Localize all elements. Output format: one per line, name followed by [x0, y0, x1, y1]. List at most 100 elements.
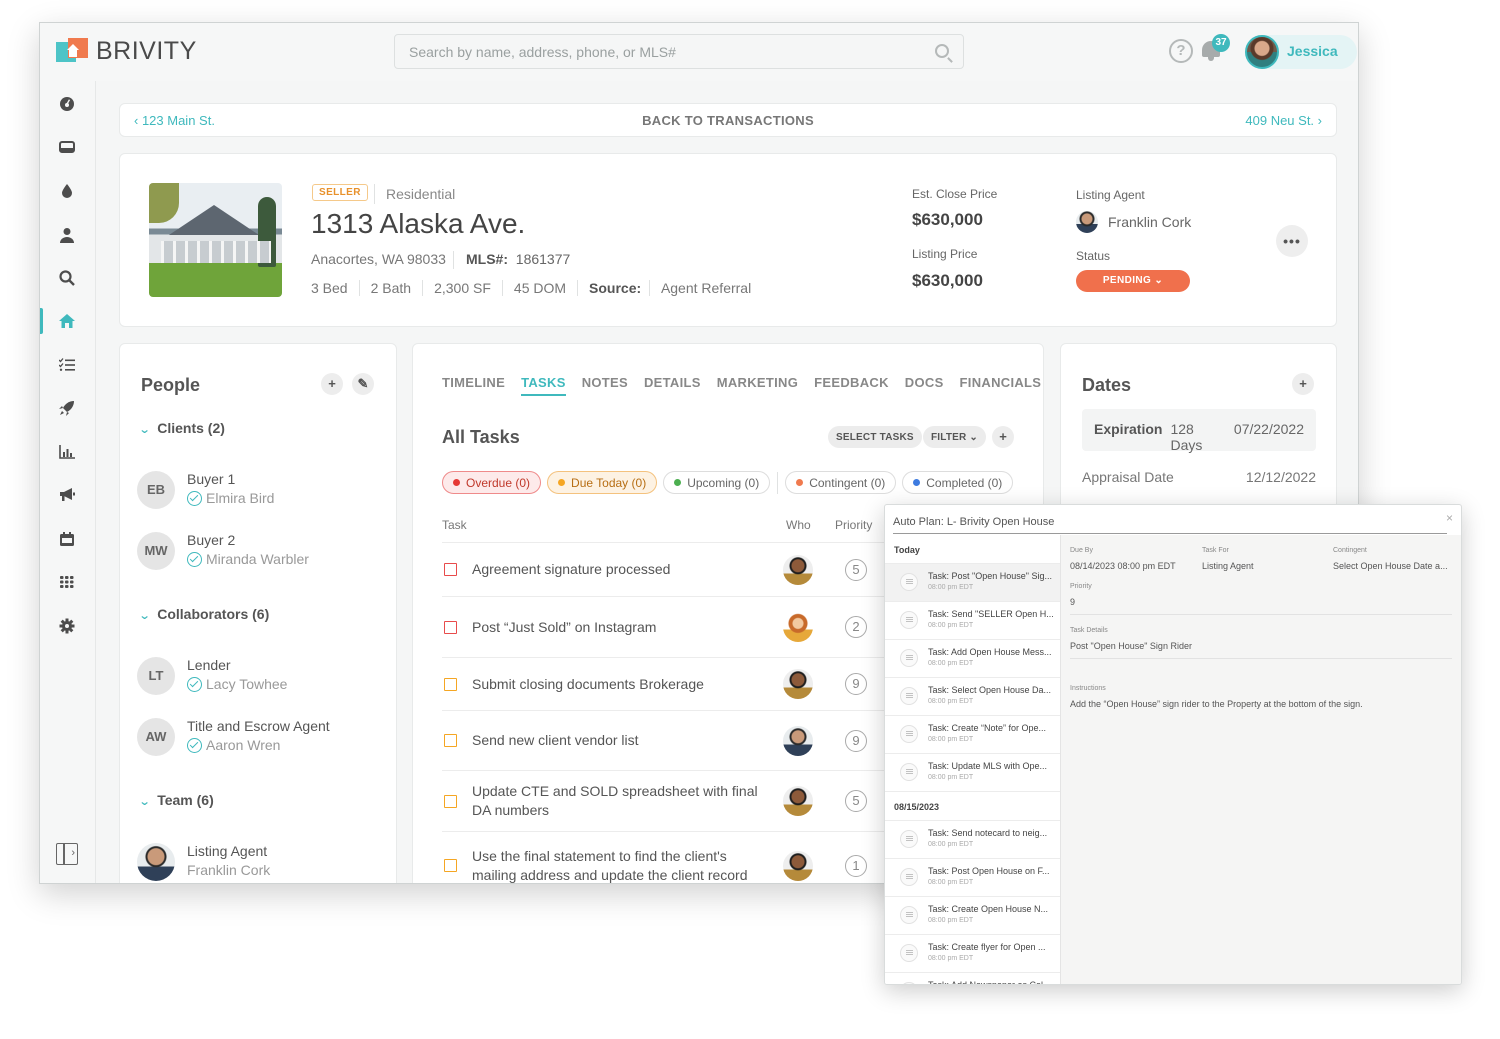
- sidebar-item-dashboard[interactable]: [56, 93, 78, 115]
- person-lender[interactable]: LT Lender Lacy Towhee: [137, 657, 387, 699]
- task-checkbox[interactable]: [444, 563, 457, 576]
- appraisal-date: 12/12/2022: [1245, 469, 1316, 485]
- person-listing-agent[interactable]: Listing Agent Franklin Cork: [137, 843, 387, 883]
- listing-price: $630,000: [912, 271, 983, 290]
- brivity-logo[interactable]: BRIVITY: [56, 37, 197, 66]
- task-list-icon: [900, 611, 918, 629]
- add-date-button[interactable]: +: [1292, 373, 1314, 395]
- due-by-label: Due By: [1070, 547, 1093, 554]
- select-tasks-button[interactable]: SELECT TASKS: [828, 426, 922, 448]
- person-role: Buyer 1: [187, 471, 236, 487]
- task-list-icon: [900, 982, 918, 984]
- tab-financials[interactable]: FINANCIALS: [960, 375, 1042, 396]
- sidebar-item-transactions[interactable]: [56, 310, 78, 332]
- sidebar-item-reports[interactable]: [56, 441, 78, 463]
- plan-task-item[interactable]: Task: Post Open House on F... 08:00 pm ED…: [885, 858, 1060, 896]
- spec-baths: 2 Bath: [358, 280, 422, 296]
- sidebar-item-settings[interactable]: [56, 615, 78, 637]
- sidebar-item-search[interactable]: [56, 267, 78, 289]
- task-list-icon: [900, 573, 918, 591]
- plan-task-item[interactable]: Task: Add Newspaper as Col...08:00 pm ED…: [885, 972, 1060, 984]
- filter-chip-overdue[interactable]: Overdue (0): [442, 471, 542, 494]
- appraisal-date-row[interactable]: Appraisal Date 12/12/2022: [1082, 469, 1316, 485]
- plan-task-item[interactable]: Task: Send notecard to neig... 08:00 pm E…: [885, 820, 1060, 858]
- column-header-who[interactable]: Who: [786, 518, 811, 532]
- sidebar-item-tasks[interactable]: [56, 354, 78, 376]
- user-menu[interactable]: Jessica: [1245, 35, 1357, 69]
- chevron-down-icon: ⌄: [138, 610, 151, 622]
- filter-chip-completed[interactable]: Completed (0): [902, 471, 1014, 494]
- search-input[interactable]: [395, 35, 963, 68]
- sidebar-item-inbox[interactable]: [56, 136, 78, 158]
- group-clients[interactable]: ⌄ Clients (2): [139, 420, 225, 436]
- more-options-button[interactable]: •••: [1276, 225, 1308, 257]
- expiration-date-row[interactable]: Expiration 128 Days 07/22/2022: [1082, 409, 1316, 453]
- task-checkbox[interactable]: [444, 678, 457, 691]
- add-person-button[interactable]: +: [321, 373, 343, 395]
- tab-docs[interactable]: DOCS: [905, 375, 944, 396]
- tab-details[interactable]: DETAILS: [644, 375, 701, 396]
- divider: [1070, 614, 1452, 615]
- logo-icon: [56, 37, 90, 66]
- person-buyer-1[interactable]: EB Buyer 1 Elmira Bird: [137, 471, 387, 513]
- sidebar-item-campaigns[interactable]: [56, 484, 78, 506]
- task-checkbox[interactable]: [444, 621, 457, 634]
- edit-people-button[interactable]: ✎: [352, 373, 374, 395]
- plan-task-item[interactable]: Task: Create Open House N... 08:00 pm EDT: [885, 896, 1060, 934]
- task-checkbox[interactable]: [444, 795, 457, 808]
- tab-timeline[interactable]: TIMELINE: [442, 375, 505, 396]
- tab-marketing[interactable]: MARKETING: [717, 375, 798, 396]
- status-dropdown[interactable]: PENDING ⌄: [1076, 270, 1190, 292]
- sidebar-item-apps[interactable]: [56, 571, 78, 593]
- column-header-task[interactable]: Task: [442, 518, 467, 532]
- plan-task-item[interactable]: Task: Send "SELLER Open H... 08:00 pm EDT: [885, 601, 1060, 639]
- back-to-transactions-link[interactable]: BACK TO TRANSACTIONS: [120, 113, 1336, 128]
- filter-chip-due-today[interactable]: Due Today (0): [547, 471, 658, 494]
- sidebar-item-calendar[interactable]: [56, 528, 78, 550]
- auto-plan-title: Auto Plan: L- Brivity Open House: [893, 516, 1055, 528]
- plan-task-item[interactable]: Task: Post "Open House" Sig... 08:00 pm E…: [885, 563, 1060, 601]
- task-checkbox[interactable]: [444, 734, 457, 747]
- search-icon[interactable]: [935, 44, 949, 58]
- tab-tasks[interactable]: TASKS: [521, 375, 566, 396]
- person-buyer-2[interactable]: MW Buyer 2 Miranda Warbler: [137, 532, 387, 574]
- plan-task-item[interactable]: Task: Update MLS with Ope... 08:00 pm EDT: [885, 753, 1060, 791]
- sidebar-collapse-toggle[interactable]: ›: [56, 843, 78, 865]
- property-photo[interactable]: [149, 183, 282, 297]
- person-title-escrow-agent[interactable]: AW Title and Escrow Agent Aaron Wren: [137, 718, 387, 760]
- listing-agent[interactable]: Franklin Cork: [1076, 211, 1191, 233]
- filter-dropdown[interactable]: FILTER ⌄: [923, 426, 987, 448]
- user-avatar: [1245, 35, 1279, 69]
- sidebar-item-marketing[interactable]: [56, 397, 78, 419]
- help-icon[interactable]: ?: [1169, 39, 1193, 63]
- home-icon: [59, 314, 75, 328]
- notifications-button[interactable]: 37: [1200, 34, 1230, 63]
- close-icon[interactable]: ×: [1446, 511, 1453, 525]
- task-checkbox[interactable]: [444, 859, 457, 872]
- column-header-priority[interactable]: Priority: [835, 518, 872, 532]
- divider: [453, 251, 454, 269]
- plan-task-item[interactable]: Task: Add Open House Mess... 08:00 pm EDT: [885, 639, 1060, 677]
- filter-chip-upcoming[interactable]: Upcoming (0): [663, 471, 771, 494]
- filter-chip-contingent[interactable]: Contingent (0): [785, 471, 897, 494]
- contingent-label: Contingent: [1333, 547, 1367, 554]
- sidebar-item-leads[interactable]: [56, 180, 78, 202]
- tab-notes[interactable]: NOTES: [582, 375, 628, 396]
- plan-task-item[interactable]: Task: Select Open House Da... 08:00 pm ED…: [885, 677, 1060, 715]
- next-transaction-link[interactable]: 409 Neu St. ›: [1245, 113, 1322, 128]
- add-task-button[interactable]: +: [992, 426, 1014, 448]
- plan-task-item[interactable]: Task: Create flyer for Open ... 08:00 pm …: [885, 934, 1060, 972]
- check-circle-icon: [187, 490, 202, 506]
- auto-plan-task-list[interactable]: Today Task: Post "Open House" Sig... 08:0…: [885, 535, 1061, 984]
- divider: [777, 471, 779, 494]
- sidebar-item-people[interactable]: [56, 224, 78, 246]
- property-address: 1313 Alaska Ave.: [311, 208, 526, 239]
- top-bar: BRIVITY ? 37 Jessica: [40, 23, 1358, 81]
- task-list-icon: [900, 763, 918, 781]
- group-team[interactable]: ⌄ Team (6): [139, 792, 214, 808]
- auto-plan-modal: Auto Plan: L- Brivity Open House × Today…: [884, 504, 1462, 985]
- tab-feedback[interactable]: FEEDBACK: [814, 375, 889, 396]
- group-collaborators[interactable]: ⌄ Collaborators (6): [138, 606, 270, 622]
- task-list-icon: [900, 687, 918, 705]
- plan-task-item[interactable]: Task: Create “Note” for Ope... 08:00 pm E…: [885, 715, 1060, 753]
